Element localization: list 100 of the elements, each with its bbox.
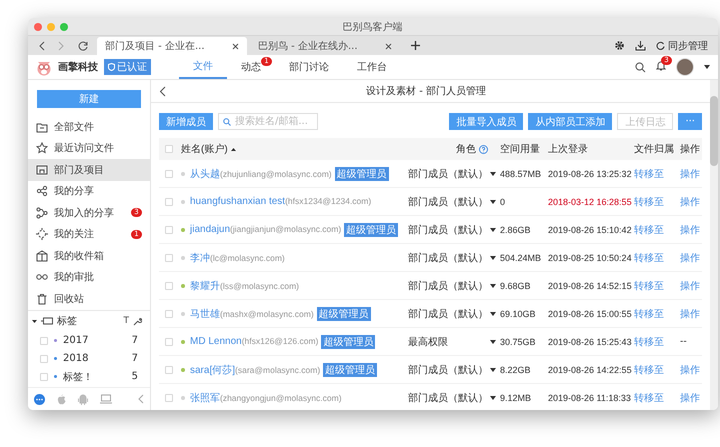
back-icon[interactable]: [159, 86, 166, 96]
checkbox[interactable]: [165, 366, 173, 374]
close-icon[interactable]: [232, 42, 239, 50]
role-dropdown[interactable]: 部门成员（默认）: [408, 362, 496, 376]
back-icon[interactable]: [38, 41, 46, 51]
help-icon[interactable]: [479, 144, 488, 154]
shield-icon: [108, 63, 115, 71]
caret-icon: [490, 340, 496, 344]
caret-icon: [490, 368, 496, 372]
tag-label[interactable]: 标签！: [63, 370, 126, 384]
admin-badge: 超级管理员: [323, 362, 378, 376]
section-title: 标签: [57, 314, 78, 328]
member-name: 从头越(zhujunliang@molasync.com): [190, 168, 332, 180]
table-cell: 2019-08-26 15:25:43: [548, 336, 632, 346]
android-icon[interactable]: [78, 394, 88, 404]
new-tab-icon[interactable]: [411, 41, 420, 50]
chat-icon[interactable]: [34, 394, 45, 404]
checkbox[interactable]: [40, 354, 48, 362]
nav-tab[interactable]: 部门讨论: [275, 55, 343, 79]
browser-tab[interactable]: 部门及项目 - 企业在...: [97, 37, 247, 55]
sidebar-item[interactable]: 我的收件箱: [28, 245, 150, 266]
sidebar-item[interactable]: 我的分享: [28, 180, 150, 202]
checkbox[interactable]: [165, 254, 173, 262]
checkbox[interactable]: [165, 282, 173, 290]
download-icon[interactable]: [635, 40, 646, 51]
checkbox[interactable]: [165, 145, 173, 153]
role-dropdown[interactable]: 部门成员（默认）: [408, 306, 496, 320]
sidebar-item[interactable]: 部门及项目: [28, 159, 150, 180]
checkbox[interactable]: [40, 372, 48, 380]
admin-badge: 超级管理员: [316, 306, 371, 320]
table-cell-text: 2.86GB: [499, 224, 532, 234]
table-cell: 2019-08-26 11:18:33: [548, 392, 632, 402]
search-field[interactable]: 搜索姓名/邮箱...: [218, 113, 318, 130]
role-dropdown[interactable]: 部门成员（默认）: [408, 250, 496, 264]
sidebar-item[interactable]: 我的审批: [28, 266, 150, 288]
window-title: 巴别鸟客户端: [342, 20, 404, 34]
role-dropdown[interactable]: 最高权限: [408, 334, 496, 348]
target-icon: [36, 228, 48, 240]
checkbox[interactable]: [165, 394, 173, 402]
member-name: jiandajun(jiangjianjun@molasync.com): [190, 224, 342, 235]
caret-icon: [490, 200, 496, 204]
caret-icon: [490, 172, 496, 176]
sync-button[interactable]: 同步管理: [656, 38, 708, 52]
bell-icon[interactable]: [656, 60, 666, 71]
text-filter-button[interactable]: T: [124, 316, 129, 326]
role-dropdown[interactable]: 部门成员（默认）: [408, 194, 496, 208]
member-name: 黎耀升(lss@molasync.com): [190, 280, 299, 292]
sidebar-item[interactable]: 最近访问文件: [28, 138, 150, 159]
checkbox[interactable]: [165, 338, 173, 346]
table-cell-text: 8.22GB: [499, 364, 532, 374]
column-header: 空间用量: [500, 142, 540, 156]
checkbox[interactable]: [40, 336, 48, 344]
tag-count: 7: [132, 353, 138, 364]
caret-icon: [490, 284, 496, 288]
table-cell: 2019-08-26 15:10:42: [548, 224, 632, 234]
folder-icon: [36, 164, 48, 176]
nav-tab[interactable]: 工作台: [343, 55, 401, 79]
admin-badge: 超级管理员: [321, 334, 376, 348]
search-icon[interactable]: [635, 62, 646, 72]
star-icon: [36, 142, 48, 154]
sidebar-item[interactable]: 回收站: [28, 288, 150, 310]
table-cell-text: 69.10GB: [499, 308, 537, 318]
member-name: 张照军(zhangyongjun@molasync.com): [190, 392, 342, 404]
checkbox[interactable]: [165, 198, 173, 206]
caret-icon[interactable]: [704, 65, 710, 69]
role-dropdown[interactable]: 部门成员（默认）: [408, 278, 496, 292]
table-cell-text: 504.24MB: [499, 252, 542, 262]
sidebar-item[interactable]: 全部文件: [28, 116, 150, 138]
tab-title: 巴别鸟 - 企业在线办...: [258, 40, 358, 53]
tag-label[interactable]: 2017: [63, 335, 126, 346]
tag-label[interactable]: 2018: [63, 353, 126, 364]
nodes-icon: [36, 206, 48, 219]
checkbox[interactable]: [165, 170, 173, 178]
scrollbar[interactable]: [710, 96, 718, 166]
reload-icon[interactable]: [78, 41, 88, 51]
checkbox[interactable]: [165, 310, 173, 318]
browser-tab[interactable]: 巴别鸟 - 企业在线办...: [250, 37, 400, 55]
settings-icon[interactable]: [614, 40, 625, 51]
collapse-icon[interactable]: [138, 394, 144, 404]
action-link[interactable]: --: [678, 336, 702, 347]
expand-arrow-icon[interactable]: [32, 318, 37, 324]
sort-icon[interactable]: [230, 148, 236, 150]
role-dropdown[interactable]: 部门成员（默认）: [408, 222, 496, 236]
column-header[interactable]: 姓名(账户): [181, 142, 228, 156]
caret-icon: [490, 228, 496, 232]
admin-badge: 超级管理员: [344, 222, 398, 236]
apple-icon[interactable]: [57, 394, 66, 404]
role-dropdown[interactable]: 部门成员（默认）: [408, 166, 496, 180]
forward-icon[interactable]: [57, 41, 65, 51]
checkbox[interactable]: [165, 226, 173, 234]
role-dropdown[interactable]: 部门成员（默认）: [408, 390, 496, 404]
member-name: 马世雄(mashx@molasync.com): [190, 308, 314, 320]
admin-badge: 超级管理员: [334, 166, 389, 180]
table-cell-text: 9.12MB: [499, 392, 532, 402]
avatar[interactable]: [676, 58, 694, 76]
table-cell-text: 0: [499, 196, 506, 206]
column-header[interactable]: 角色: [456, 142, 476, 156]
monitor-icon[interactable]: [100, 394, 112, 404]
close-icon[interactable]: [385, 42, 392, 50]
tab-title: 部门及项目 - 企业在...: [105, 40, 205, 53]
